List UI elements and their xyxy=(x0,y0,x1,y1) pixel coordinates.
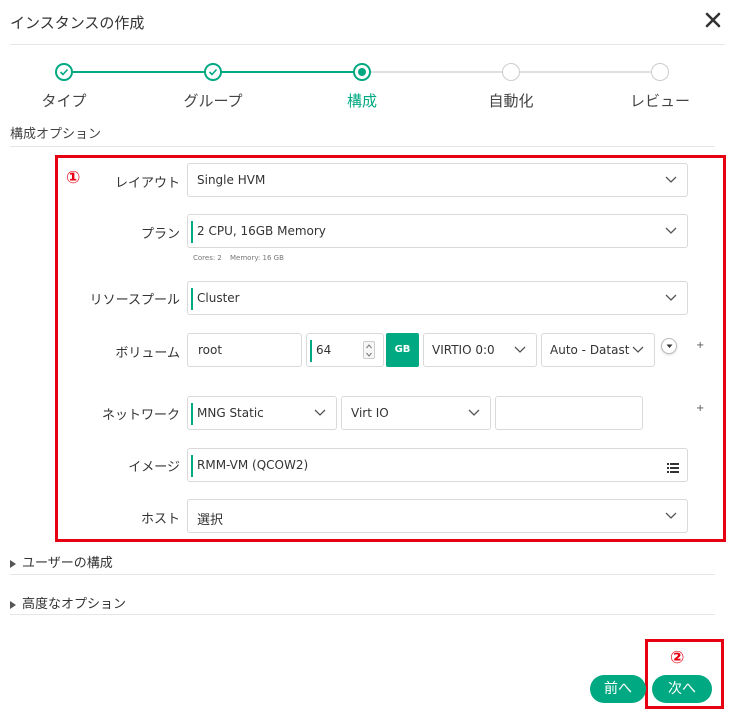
chevron-down-icon xyxy=(468,409,480,417)
network-ip-input[interactable] xyxy=(495,396,643,430)
next-button[interactable]: 次へ xyxy=(652,675,712,703)
network-label: ネットワーク xyxy=(101,408,180,423)
caret-right-icon xyxy=(10,600,16,609)
divider xyxy=(10,614,715,615)
step-label-type[interactable]: タイプ xyxy=(4,90,124,111)
dialog-header: インスタンスの作成 xyxy=(0,0,735,44)
layout-select[interactable]: Single HVM xyxy=(187,163,688,197)
image-label: イメージ xyxy=(128,460,180,475)
plan-select[interactable]: 2 CPU, 16GB Memory xyxy=(187,214,688,248)
plan-value: 2 CPU, 16GB Memory xyxy=(197,224,326,238)
step-done-check-icon xyxy=(204,63,222,81)
step-connector xyxy=(72,71,205,73)
step-current-icon xyxy=(353,63,371,81)
step-todo-icon xyxy=(651,63,669,81)
field-accent-bar xyxy=(191,403,193,425)
add-volume-plus-icon[interactable]: + xyxy=(696,340,704,351)
plan-memory-text: Memory: 16 GB xyxy=(230,254,284,262)
field-accent-bar xyxy=(191,455,193,477)
step-label-group[interactable]: グループ xyxy=(153,90,273,111)
dialog-title: インスタンスの作成 xyxy=(10,14,145,32)
chevron-down-icon xyxy=(314,409,326,417)
step-connector xyxy=(370,71,503,73)
host-select[interactable]: 選択 xyxy=(187,499,688,533)
chevron-down-icon xyxy=(665,294,677,302)
caret-right-icon xyxy=(10,559,16,568)
network-type-select[interactable]: Virt IO xyxy=(341,396,491,430)
step-done-check-icon xyxy=(55,63,73,81)
network-value: MNG Static xyxy=(197,406,264,420)
close-icon[interactable] xyxy=(703,10,723,30)
step-label-review: レビュー xyxy=(629,92,690,110)
volume-name-value: root xyxy=(198,343,223,357)
plan-label: プラン xyxy=(140,227,180,242)
chevron-down-icon xyxy=(514,346,526,354)
user-config-label: ユーザーの構成 xyxy=(22,556,113,571)
volume-unit-button[interactable]: GB xyxy=(386,333,419,367)
step-label-config[interactable]: 構成 xyxy=(302,90,422,111)
step-connector xyxy=(221,71,354,73)
resource-pool-label: リソースプール xyxy=(89,293,180,308)
divider xyxy=(10,574,715,575)
volume-options-chevron-icon[interactable] xyxy=(661,338,677,354)
section-divider xyxy=(10,146,715,147)
add-network-plus-icon[interactable]: + xyxy=(696,403,704,414)
prev-button[interactable]: 前へ xyxy=(590,675,646,703)
volume-label: ボリューム xyxy=(115,346,180,361)
volume-name-input[interactable]: root xyxy=(187,333,302,367)
list-icon[interactable] xyxy=(667,459,679,473)
resource-pool-value: Cluster xyxy=(197,291,240,305)
wizard-stepper: タイプ グループ 構成 自動化 レビュー xyxy=(0,60,735,120)
section-title: 構成オプション xyxy=(10,127,102,142)
volume-size-input[interactable]: 64 xyxy=(306,333,384,367)
plan-cores-text: Cores: 2 xyxy=(193,254,222,262)
host-label: ホスト xyxy=(140,512,180,527)
volume-datastore-select[interactable]: Auto - Datasto xyxy=(541,333,655,367)
step-label-automation: 自動化 xyxy=(488,92,534,110)
user-config-toggle[interactable]: ユーザーの構成 xyxy=(10,552,113,571)
layout-value: Single HVM xyxy=(197,173,266,187)
layout-label: レイアウト xyxy=(114,176,180,191)
network-type-value: Virt IO xyxy=(351,406,389,420)
image-value: RMM-VM (QCOW2) xyxy=(197,458,309,472)
chevron-down-icon xyxy=(665,512,677,520)
resource-pool-select[interactable]: Cluster xyxy=(187,281,688,315)
network-select[interactable]: MNG Static xyxy=(187,396,337,430)
field-accent-bar xyxy=(191,288,193,310)
annotation-number-2: ② xyxy=(670,648,685,668)
image-select[interactable]: RMM-VM (QCOW2) xyxy=(187,448,688,482)
host-value: 選択 xyxy=(197,513,224,528)
volume-controller-value: VIRTIO 0:0 xyxy=(432,343,495,357)
volume-size-value: 64 xyxy=(316,343,332,357)
number-spinner-icon[interactable] xyxy=(363,341,375,359)
advanced-options-toggle[interactable]: 高度なオプション xyxy=(10,593,126,612)
field-accent-bar xyxy=(191,221,193,243)
chevron-down-icon xyxy=(632,346,644,354)
step-todo-icon xyxy=(502,63,520,81)
header-divider xyxy=(10,44,725,45)
volume-datastore-value: Auto - Datasto xyxy=(550,343,630,357)
step-connector xyxy=(519,71,652,73)
advanced-options-label: 高度なオプション xyxy=(22,597,127,612)
chevron-down-icon xyxy=(665,176,677,184)
field-accent-bar xyxy=(310,340,312,362)
chevron-down-icon xyxy=(665,227,677,235)
volume-controller-select[interactable]: VIRTIO 0:0 xyxy=(423,333,537,367)
